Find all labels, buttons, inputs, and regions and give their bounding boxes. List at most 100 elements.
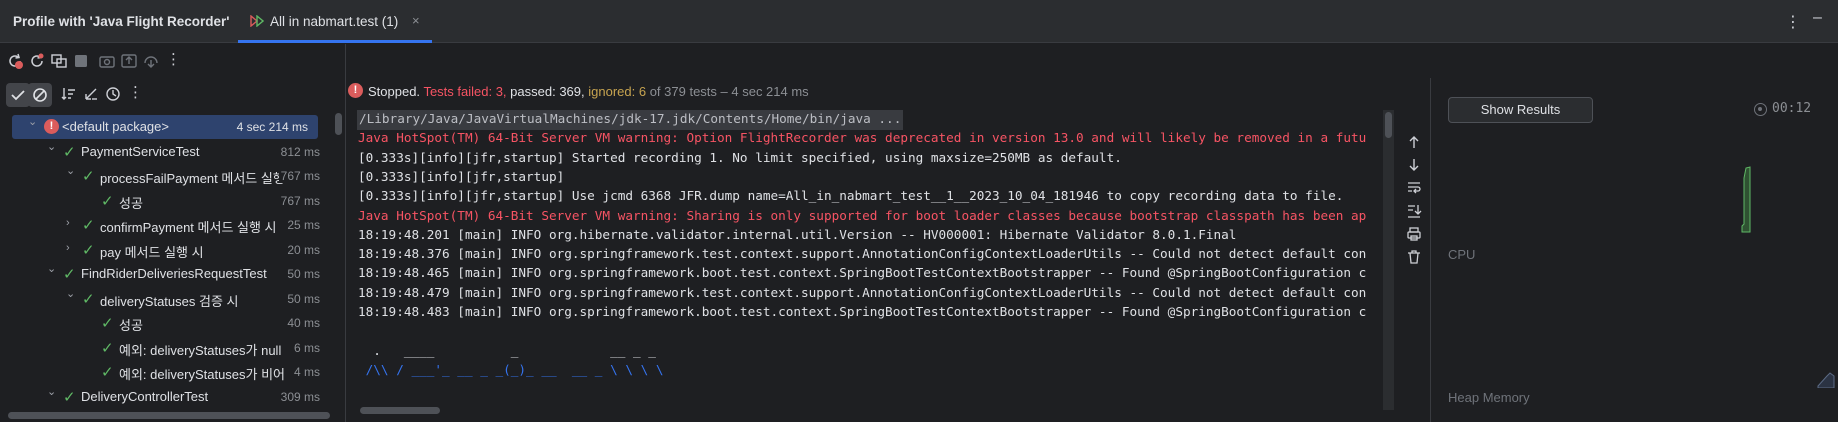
- profiler-panel: Show Results 00:12 CPU Heap Memory: [1432, 78, 1838, 422]
- tree-row-label: pay 메서드 실행 시: [100, 244, 204, 260]
- export-icon[interactable]: [120, 52, 138, 70]
- chevron-right-icon[interactable]: ›: [66, 217, 70, 229]
- tree-row[interactable]: ⌄ ✓ PaymentServiceTest 812 ms: [0, 140, 334, 164]
- cpu-label: CPU: [1448, 247, 1476, 262]
- chevron-down-icon[interactable]: ⌄: [66, 287, 75, 300]
- tree-horizontal-scrollbar[interactable]: [8, 412, 330, 419]
- profiler-splitter[interactable]: [1430, 78, 1431, 422]
- check-icon: ✓: [82, 241, 95, 259]
- heap-memory-label: Heap Memory: [1448, 390, 1530, 405]
- tree-row[interactable]: ✓ 예외: deliveryStatuses가 비어 있 4 ms: [0, 360, 334, 384]
- console-scroll-track: [1383, 110, 1394, 410]
- check-icon: ✓: [63, 388, 76, 406]
- history-icon[interactable]: [104, 85, 122, 103]
- error-icon: !: [44, 119, 59, 134]
- tab-all-in-nabmart-test[interactable]: All in nabmart.test (1) ×: [238, 0, 432, 43]
- check-icon: ✓: [63, 266, 76, 283]
- chevron-down-icon[interactable]: ⌄: [47, 140, 56, 153]
- panel-splitter[interactable]: [345, 44, 346, 422]
- clear-icon[interactable]: [1406, 249, 1422, 265]
- tree-row-label: DeliveryControllerTest: [81, 388, 209, 404]
- tree-row-duration: 4 sec 214 ms: [236, 120, 308, 134]
- tree-row-duration: 767 ms: [278, 169, 320, 183]
- stop-icon[interactable]: [72, 52, 90, 70]
- run-test-icon: [250, 15, 264, 27]
- tree-row-label: 성공: [119, 195, 143, 211]
- tree-row-duration: 20 ms: [285, 242, 320, 257]
- tree-row-duration: 4 ms: [291, 365, 320, 379]
- console-output[interactable]: /Library/Java/JavaVirtualMachines/jdk-17…: [350, 110, 1385, 410]
- close-icon[interactable]: ×: [412, 13, 420, 28]
- tree-row-duration: 812 ms: [278, 144, 320, 159]
- tree-row-label: <default package>: [62, 119, 169, 134]
- tree-row[interactable]: ⌄ ✓ DeliveryControllerTest 309 ms: [0, 385, 334, 408]
- tree-row-duration: 6 ms: [291, 340, 320, 355]
- rerun-failed-icon[interactable]: [6, 52, 24, 70]
- soft-wrap-icon[interactable]: [1406, 180, 1422, 196]
- tree-row[interactable]: ✓ 성공 40 ms: [0, 311, 334, 335]
- heap-chart: [1817, 372, 1835, 388]
- check-icon: ✓: [82, 168, 95, 185]
- minimize-icon[interactable]: –: [1813, 9, 1822, 27]
- status-passed: passed: 369,: [510, 84, 585, 99]
- console-horizontal-scrollbar[interactable]: [360, 407, 440, 414]
- test-tree: ⌄! <default package> 4 sec 214 ms ⌄ ✓ Payment…: [0, 115, 334, 407]
- tree-toolbar: ⋮: [0, 78, 344, 110]
- chevron-down-icon[interactable]: ⌄: [28, 115, 37, 128]
- rerun-icon[interactable]: [28, 52, 46, 70]
- tree-row-duration: 50 ms: [285, 267, 320, 281]
- sort-duration-icon[interactable]: [82, 85, 100, 103]
- chevron-right-icon[interactable]: ›: [66, 242, 70, 254]
- import-icon[interactable]: [142, 52, 160, 70]
- check-icon: ✓: [82, 290, 95, 308]
- tree-vertical-scrollbar[interactable]: [335, 113, 342, 135]
- check-icon: ✓: [82, 217, 95, 234]
- more-icon[interactable]: ⋮: [128, 83, 146, 101]
- more-icon[interactable]: ⋮: [166, 50, 184, 68]
- chevron-down-icon[interactable]: ⌄: [66, 164, 75, 177]
- tree-row[interactable]: ⌄ ✓ FindRiderDeliveriesRequestTest 50 ms: [0, 262, 334, 286]
- chevron-down-icon[interactable]: ⌄: [47, 385, 56, 398]
- tree-row[interactable]: ⌄ ✓ processFailPayment 메서드 실행 767 ms: [0, 164, 334, 188]
- tree-row-label: 성공: [119, 318, 143, 333]
- tree-row-duration: 25 ms: [285, 218, 320, 232]
- console-line: /\\ / ___'_ __ _ _(_)_ __ __ _ \ \ \ \: [358, 361, 664, 377]
- tree-row[interactable]: ⌄ ✓ deliveryStatuses 검증 시 50 ms: [0, 287, 334, 311]
- console-line: 18:19:48.483 [main] INFO org.springframe…: [358, 304, 1367, 319]
- tab-active-indicator: [238, 40, 432, 43]
- tree-row[interactable]: › ✓ pay 메서드 실행 시 20 ms: [0, 238, 334, 262]
- tree-row-label: deliveryStatuses 검증 시: [100, 293, 239, 309]
- status-ignored: ignored: 6: [588, 84, 647, 99]
- status-failed: Tests failed: 3,: [423, 84, 507, 99]
- check-icon: ✓: [101, 339, 114, 357]
- rerun-automatically-icon[interactable]: [50, 52, 68, 70]
- check-icon: ✓: [101, 192, 114, 210]
- status-stopped: Stopped.: [368, 84, 421, 99]
- print-icon[interactable]: [1406, 226, 1422, 242]
- tree-row[interactable]: › ✓ confirmPayment 메서드 실행 시 25 ms: [0, 213, 334, 237]
- check-icon: [11, 90, 25, 101]
- status-text: Stopped. Tests failed: 3, passed: 369, i…: [368, 84, 809, 99]
- scroll-to-end-icon[interactable]: [1406, 203, 1422, 219]
- more-options-icon[interactable]: ⋮: [1785, 12, 1801, 32]
- console-vertical-scrollbar[interactable]: [1385, 112, 1392, 138]
- tree-row-duration: 40 ms: [285, 316, 320, 330]
- tree-row-label: FindRiderDeliveriesRequestTest: [81, 266, 267, 281]
- recording-timer: 00:12: [1772, 101, 1812, 116]
- show-passed-toggle[interactable]: [6, 83, 30, 107]
- tree-row-label: PaymentServiceTest: [81, 143, 200, 159]
- ignored-icon: [33, 88, 47, 102]
- chevron-down-icon[interactable]: ⌄: [47, 262, 56, 275]
- sort-alpha-icon[interactable]: [60, 85, 78, 103]
- screenshot-icon[interactable]: [98, 52, 116, 70]
- tool-window-title: Profile with 'Java Flight Recorder': [13, 14, 230, 29]
- tree-row[interactable]: ✓ 예외: deliveryStatuses가 null 6 ms: [0, 336, 334, 360]
- show-results-button[interactable]: Show Results: [1448, 97, 1593, 123]
- scroll-down-icon[interactable]: [1406, 157, 1422, 173]
- scroll-up-icon[interactable]: [1406, 134, 1422, 150]
- show-ignored-toggle[interactable]: [28, 83, 52, 107]
- tree-row[interactable]: ⌄! <default package> 4 sec 214 ms: [12, 115, 318, 139]
- tree-row[interactable]: ✓ 성공 767 ms: [0, 189, 334, 213]
- test-status-bar: ! Stopped. Tests failed: 3, passed: 369,…: [348, 78, 1428, 110]
- console-actions: [1398, 110, 1434, 280]
